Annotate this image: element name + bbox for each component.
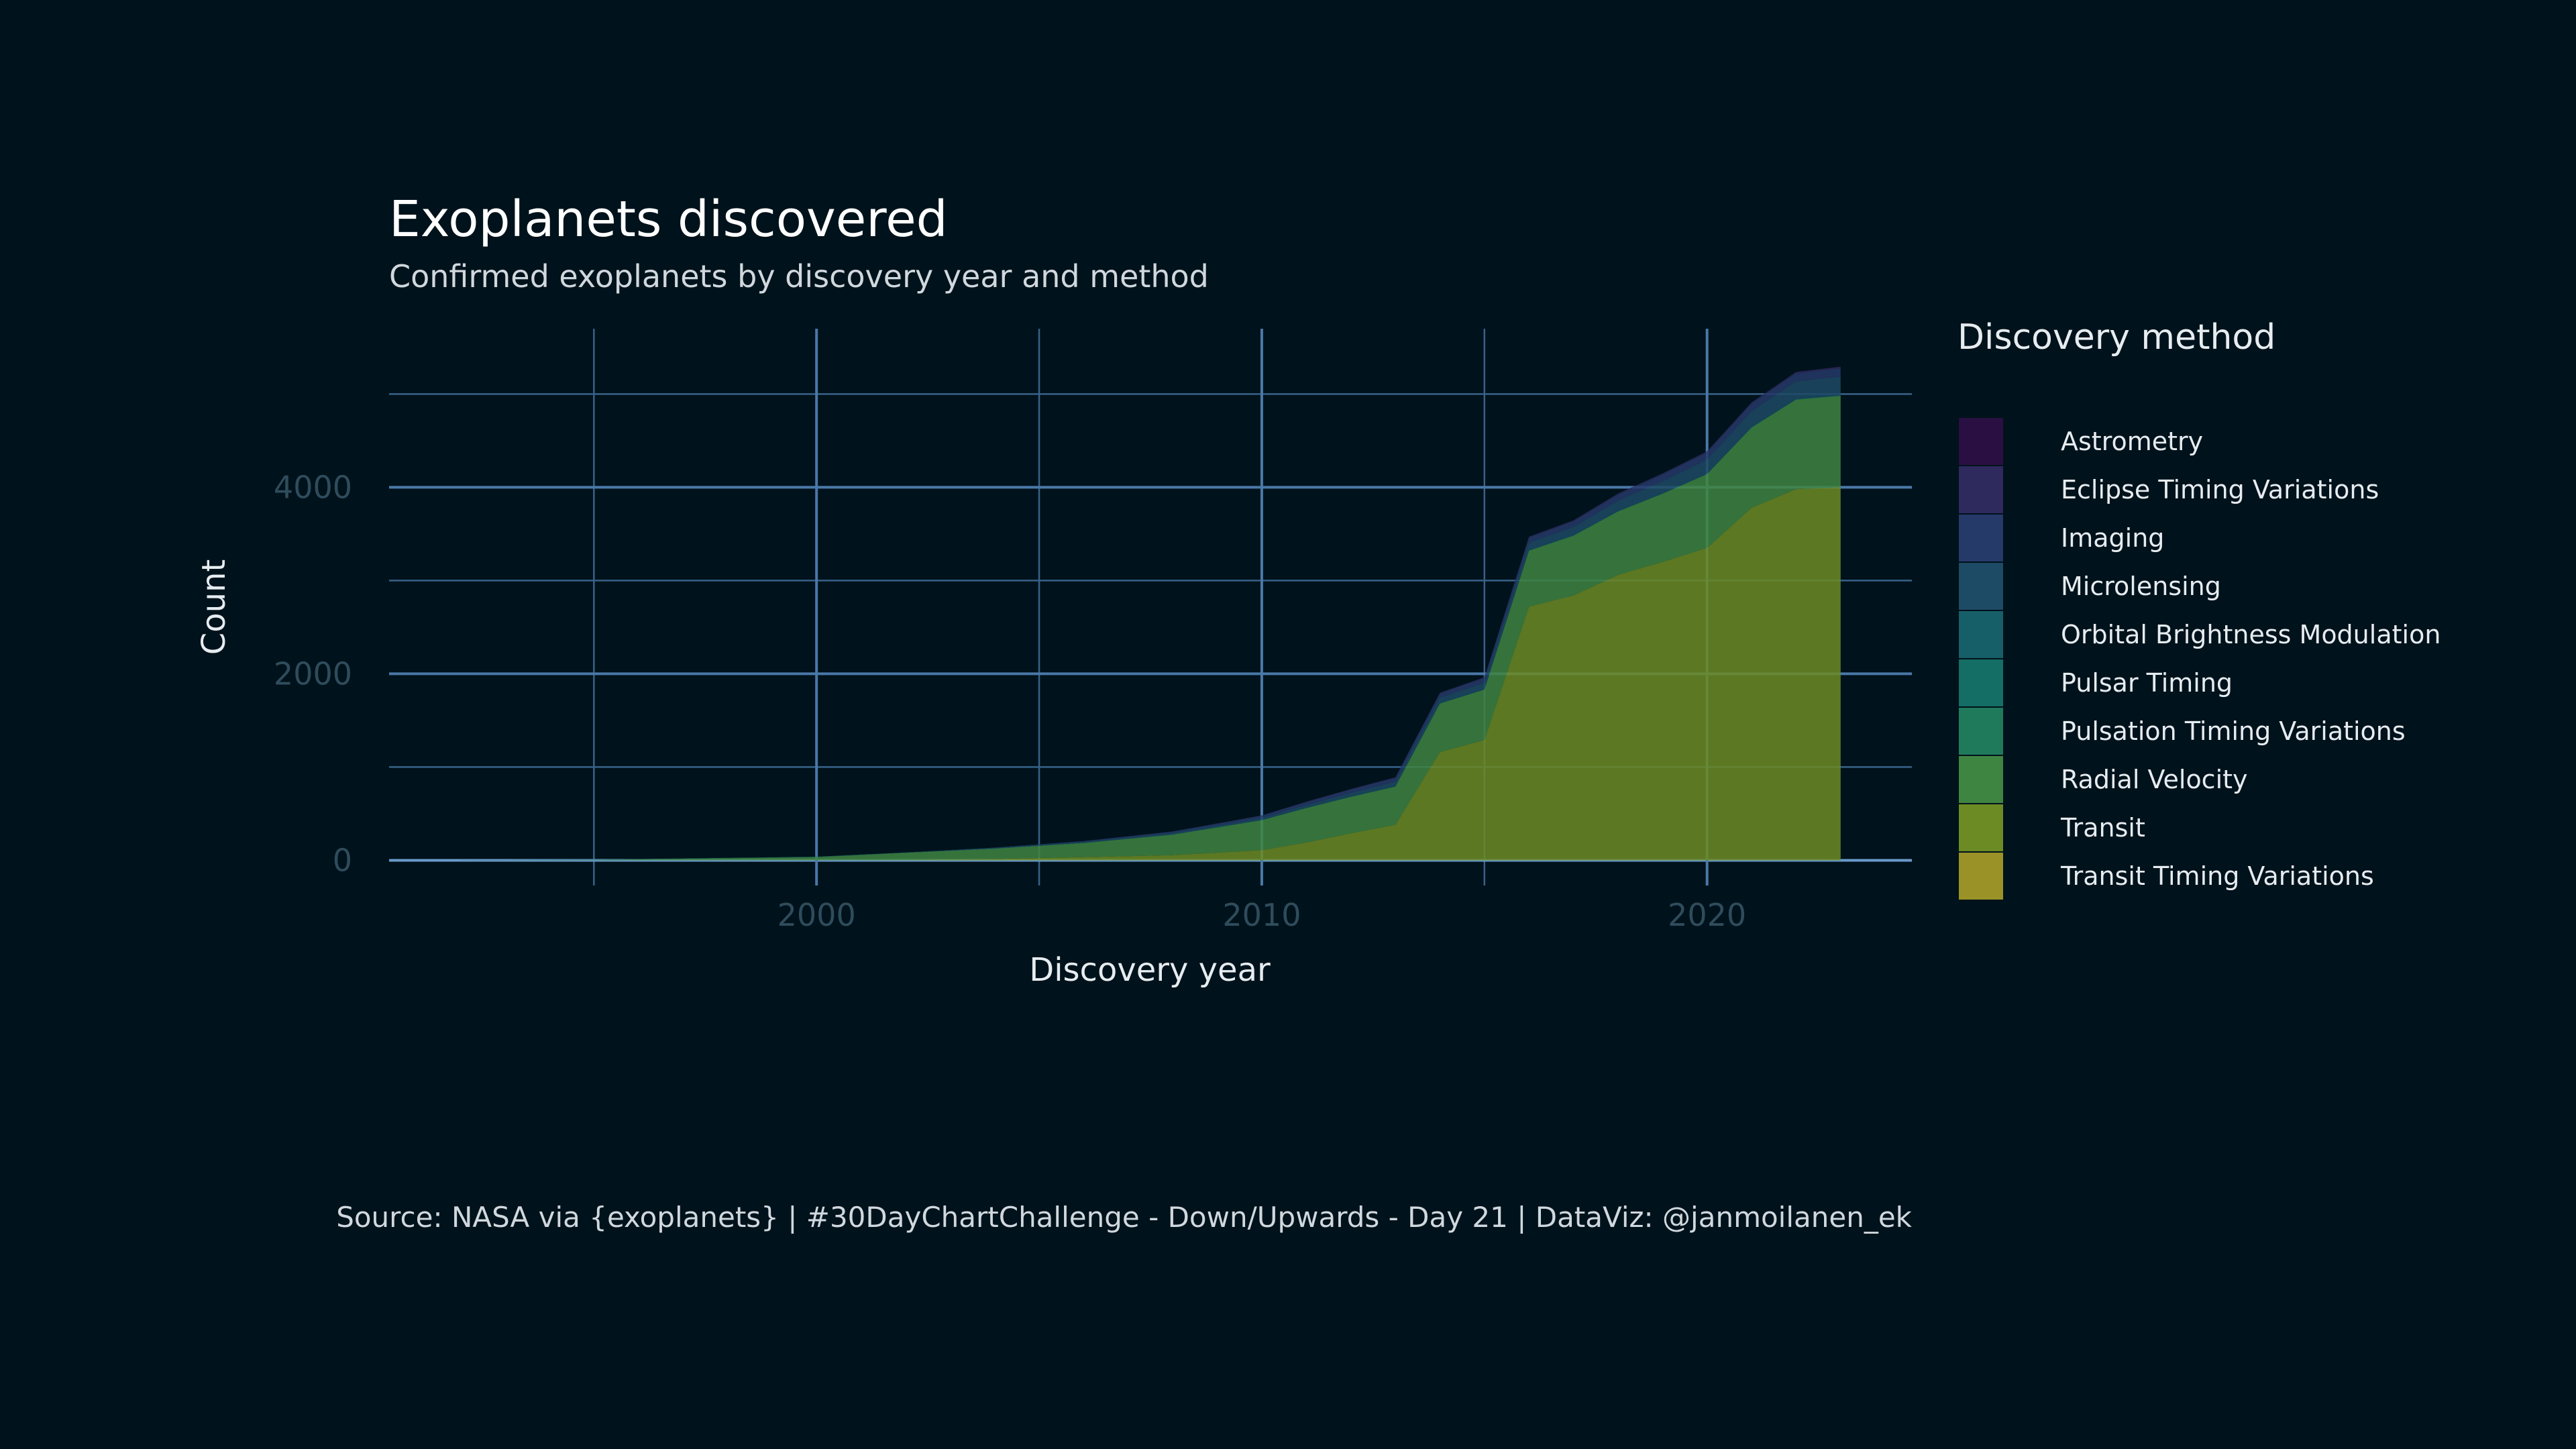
- x-tick-label: 2000: [777, 897, 856, 933]
- legend-label: Radial Velocity: [2061, 765, 2248, 794]
- legend-label: Pulsar Timing: [2061, 668, 2233, 698]
- legend-swatch: [1959, 804, 2003, 851]
- y-axis-title: Count: [195, 559, 233, 655]
- chart: Exoplanets discovered Confirmed exoplane…: [195, 191, 2440, 1234]
- x-axis-title: Discovery year: [1029, 951, 1271, 989]
- y-tick-label: 4000: [274, 469, 352, 505]
- x-tick-label: 2010: [1222, 897, 1301, 933]
- y-tick-label: 0: [333, 842, 352, 878]
- legend-label: Transit Timing Variations: [2060, 861, 2374, 891]
- legend-label: Astrometry: [2061, 427, 2203, 456]
- legend-swatch: [1959, 853, 2003, 900]
- y-tick-label: 2000: [274, 655, 352, 692]
- legend-label: Orbital Brightness Modulation: [2061, 620, 2440, 649]
- chart-title: Exoplanets discovered: [389, 191, 948, 248]
- caption: Source: NASA via {exoplanets} | #30DayCh…: [336, 1201, 1912, 1234]
- legend-label: Microlensing: [2061, 572, 2221, 601]
- legend-swatch: [1959, 418, 2003, 465]
- legend-swatch: [1959, 563, 2003, 610]
- area-series: [460, 366, 1841, 861]
- legend-swatch: [1959, 708, 2003, 755]
- x-tick-label: 2020: [1668, 897, 1746, 933]
- legend-label: Pulsation Timing Variations: [2061, 716, 2406, 746]
- legend-label: Transit: [2060, 813, 2145, 843]
- legend-label: Imaging: [2061, 523, 2164, 553]
- chart-subtitle: Confirmed exoplanets by discovery year a…: [389, 258, 1209, 294]
- legend-swatch: [1959, 515, 2003, 561]
- legend: Astrometry Eclipse Timing Variations Imagi…: [1959, 418, 2440, 900]
- legend-title: Discovery method: [1957, 317, 2275, 358]
- legend-label: Eclipse Timing Variations: [2061, 475, 2379, 504]
- legend-swatch: [1959, 611, 2003, 658]
- legend-swatch: [1959, 466, 2003, 513]
- legend-swatch: [1959, 756, 2003, 803]
- legend-swatch: [1959, 659, 2003, 706]
